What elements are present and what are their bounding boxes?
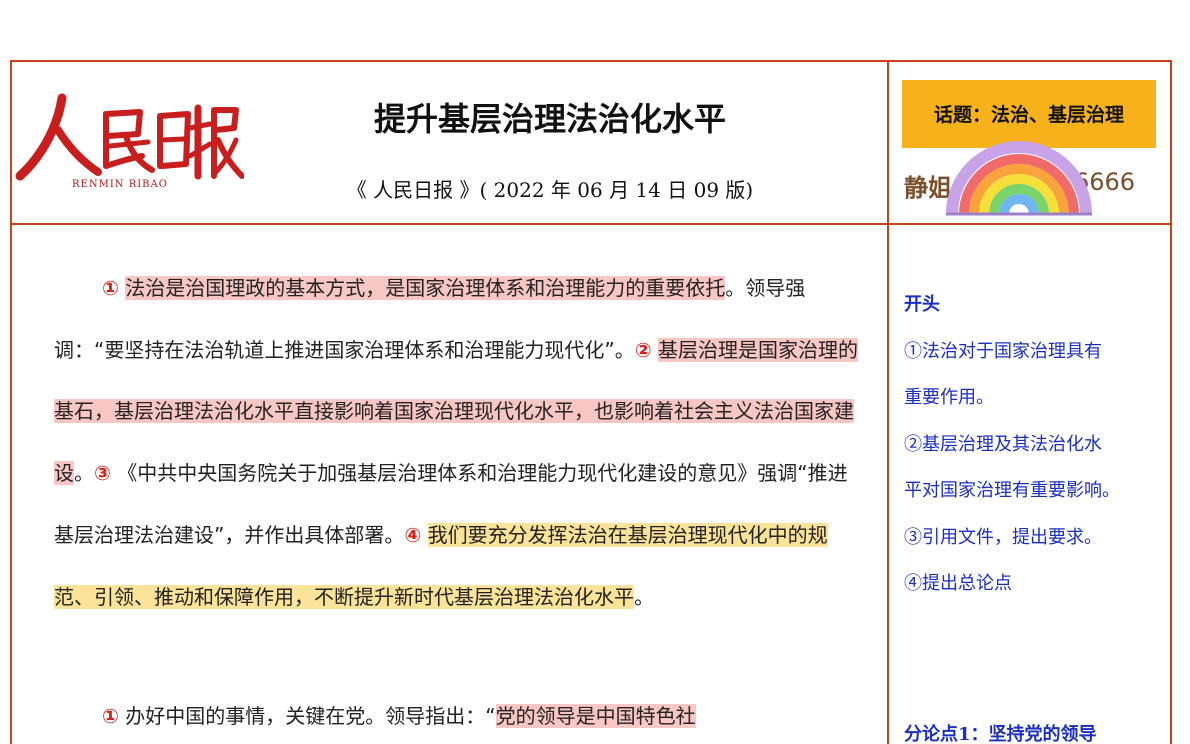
highlighted-sentence: 法治是治国理政的基本方式，是国家治理体系和治理能力的重要依托 bbox=[125, 276, 726, 300]
sentence-number: ④ bbox=[404, 522, 422, 547]
sentence-number: ① bbox=[102, 276, 119, 300]
sentence: 。 bbox=[74, 461, 94, 486]
logo-subtitle: RENMIN RIBAO bbox=[72, 179, 168, 190]
header-divider bbox=[10, 223, 1172, 225]
article-title: 提升基层治理法治化水平 bbox=[373, 100, 726, 138]
highlighted-sentence: 党的领导是中国特色社 bbox=[495, 704, 696, 728]
outline-line: ④提出总论点 bbox=[904, 573, 1012, 594]
outline-line: 重要作用。 bbox=[904, 387, 994, 408]
sentence-number: ① bbox=[102, 704, 119, 728]
sentence: 。 bbox=[634, 584, 654, 609]
page: RENMIN RIBAO 提升基层治理法治化水平 《 人民日报 》( 2022 … bbox=[0, 0, 1190, 744]
outline-line: ②基层治理及其法治化水 bbox=[904, 433, 1102, 455]
column-divider bbox=[887, 60, 889, 744]
outline-heading: 开头 bbox=[904, 294, 940, 315]
article-source: 《 人民日报 》( 2022 年 06 月 14 日 09 版) bbox=[346, 178, 754, 202]
outline-line: 平对国家治理有重要影响。 bbox=[904, 480, 1120, 501]
outline-point-1: 分论点1：坚持党的领导 bbox=[904, 724, 1097, 744]
sentence-number: ③ bbox=[94, 461, 111, 486]
paragraph-2: ① 办好中国的事情，关键在党。领导指出：“党的领导是中国特色社 bbox=[54, 692, 864, 740]
rainbow-icon bbox=[946, 141, 1092, 216]
paragraph-1: ① 法治是治国理政的基本方式，是国家治理体系和治理能力的重要依托。领导强调：“要… bbox=[54, 258, 864, 628]
sentence-number: ② bbox=[634, 337, 652, 362]
outline-notes: 开头 ①法治对于国家治理具有 重要作用。 ②基层治理及其法治化水 平对国家治理有… bbox=[904, 282, 1174, 608]
renmin-ribao-logo bbox=[15, 93, 244, 181]
sentence: 办好中国的事情，关键在党。领导指出：“ bbox=[125, 704, 496, 728]
outline-line: ③引用文件，提出要求。 bbox=[904, 526, 1102, 548]
outline-line: ①法治对于国家治理具有 bbox=[904, 340, 1102, 362]
topic-badge: 话题：法治、基层治理 bbox=[902, 80, 1156, 148]
